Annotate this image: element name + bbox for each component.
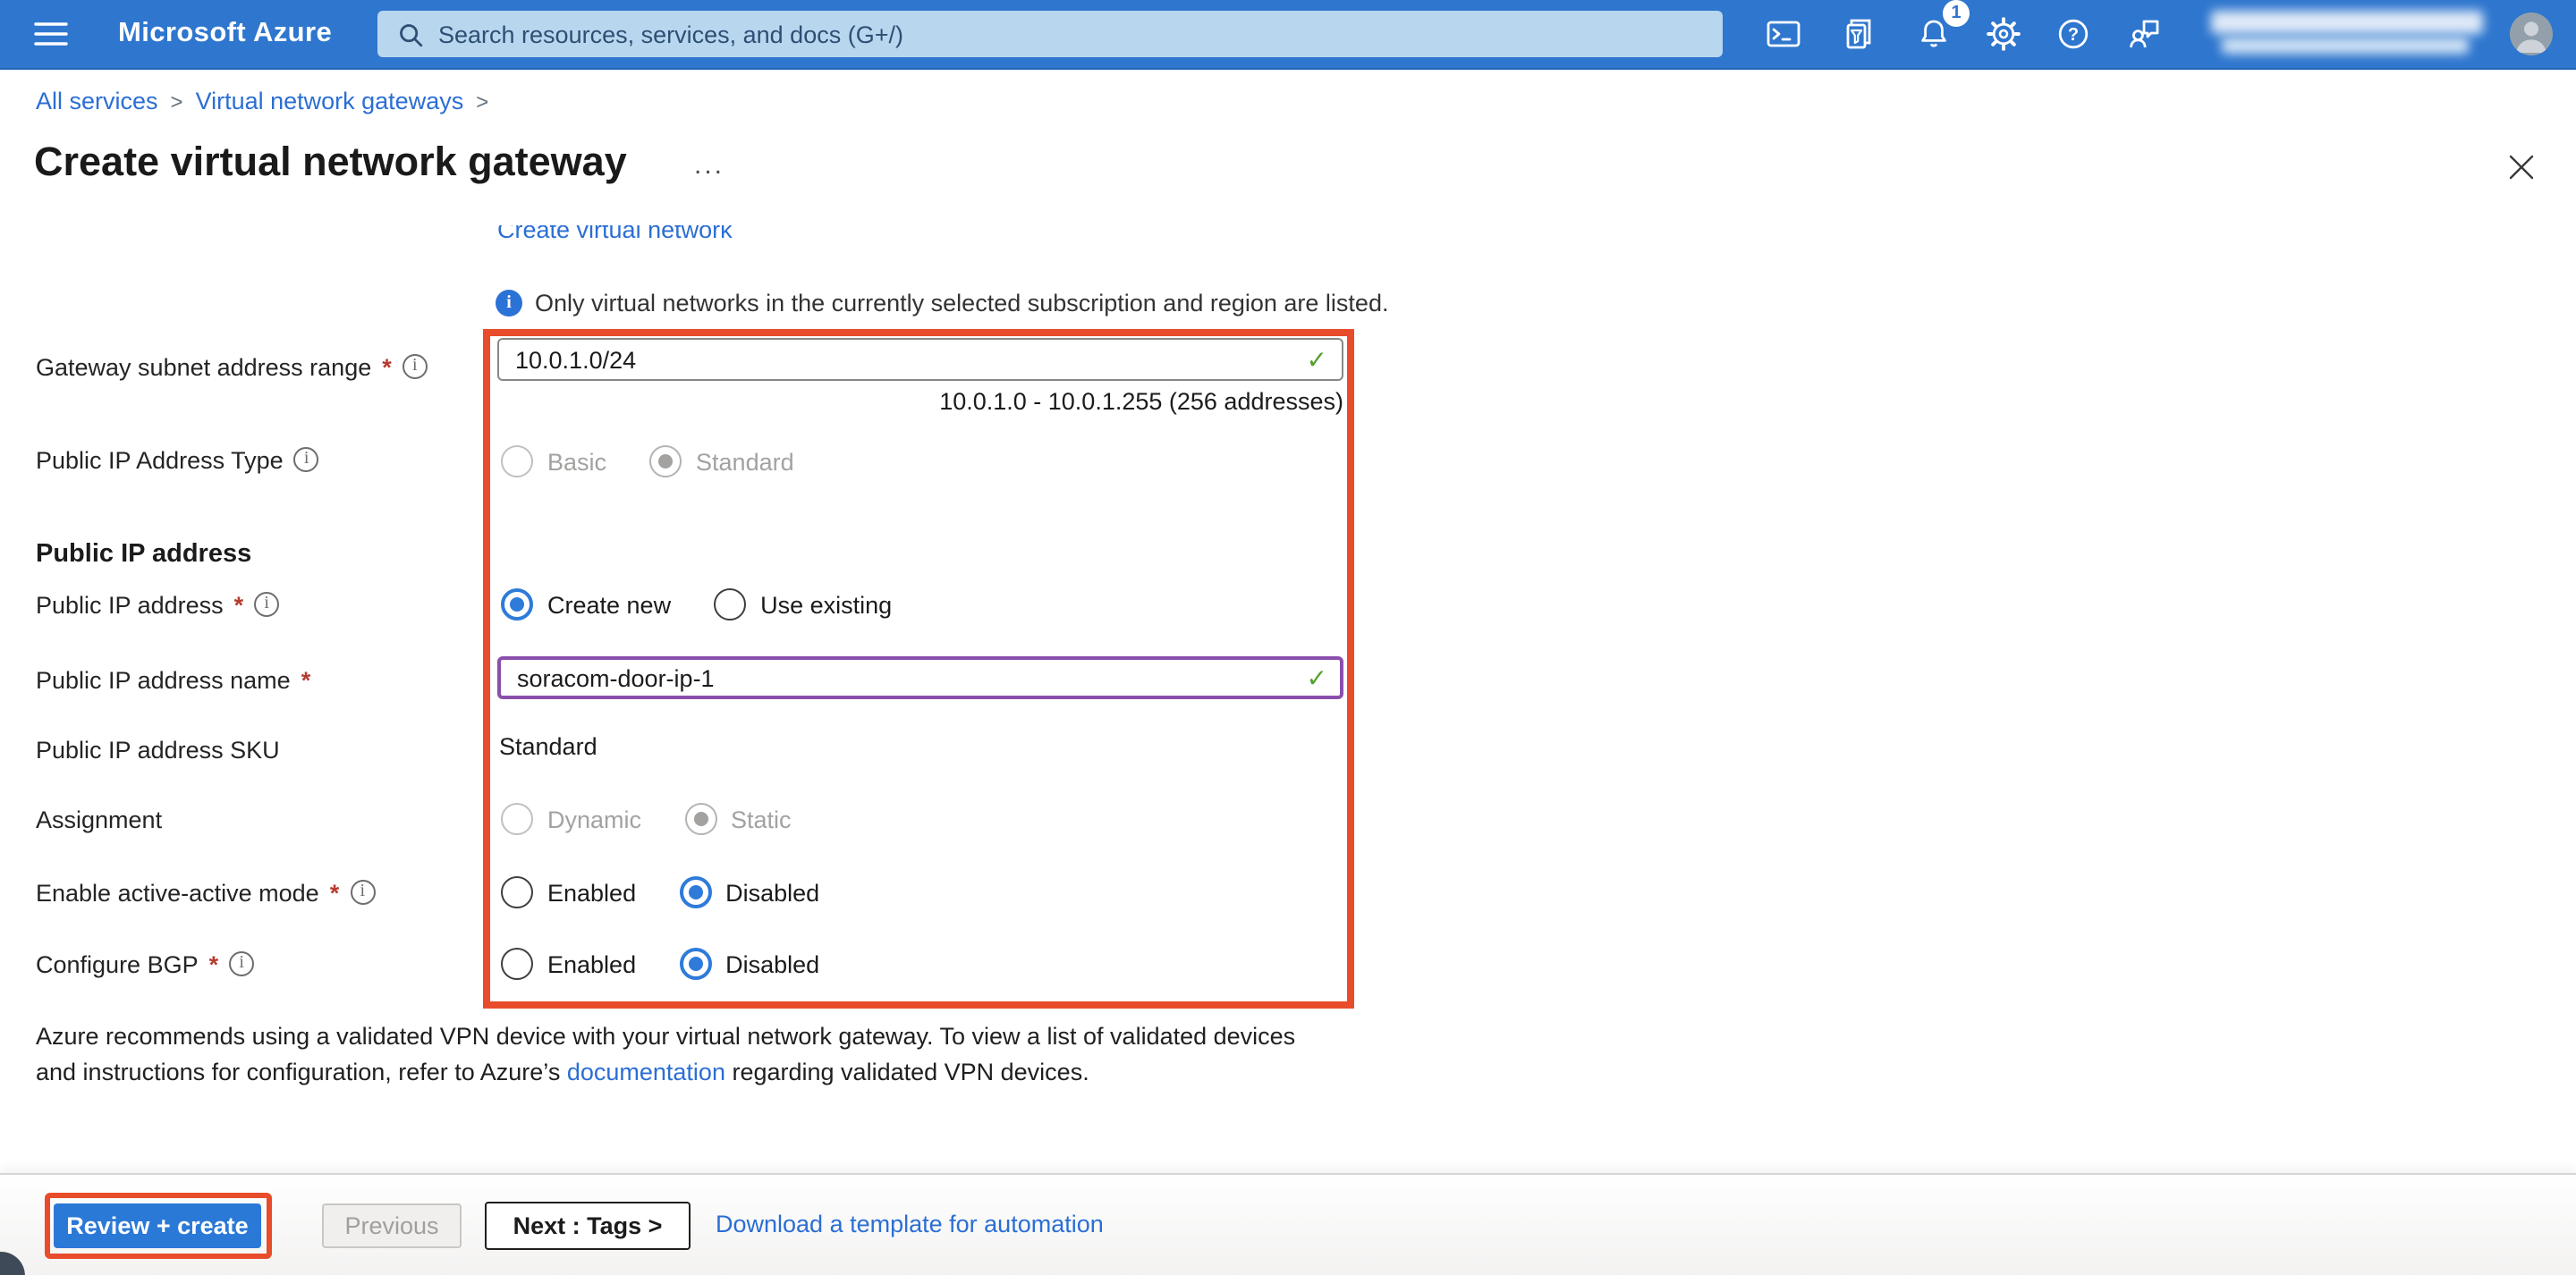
label-configure-bgp: Configure BGP * i — [36, 948, 254, 980]
create-virtual-network-link[interactable]: Create virtual network — [497, 225, 733, 243]
label-assignment: Assignment — [36, 803, 162, 835]
label-gateway-subnet: Gateway subnet address range * i — [36, 350, 428, 383]
required-marker: * — [330, 879, 340, 906]
breadcrumb-separator: > — [476, 89, 488, 114]
radio-unselected-disabled — [501, 803, 533, 835]
required-marker: * — [234, 591, 244, 618]
info-banner-text: Only virtual networks in the currently s… — [535, 290, 1388, 317]
radio-option-disabled[interactable]: Disabled — [679, 876, 819, 908]
info-tooltip-icon[interactable]: i — [350, 880, 375, 905]
radio-selected-disabled — [649, 445, 682, 477]
label-public-ip-type: Public IP Address Type i — [36, 443, 319, 476]
info-banner: i Only virtual networks in the currently… — [496, 290, 1388, 317]
radio-option-use-existing[interactable]: Use existing — [714, 588, 892, 621]
help-icon[interactable]: ? — [2046, 7, 2100, 61]
required-marker: * — [301, 666, 311, 693]
wizard-footer: Review + create Previous Next : Tags > D… — [0, 1173, 2576, 1275]
info-tooltip-icon[interactable]: i — [229, 951, 254, 976]
account-name-redacted — [2211, 11, 2483, 34]
search-input[interactable] — [438, 21, 1723, 47]
svg-text:?: ? — [2068, 25, 2079, 45]
breadcrumb-virtual-network-gateways[interactable]: Virtual network gateways — [196, 88, 464, 114]
label-public-ip: Public IP address * i — [36, 588, 279, 621]
radio-unselected[interactable] — [501, 876, 533, 908]
radio-unselected-disabled — [501, 445, 533, 477]
public-ip-sku-value: Standard — [499, 733, 597, 760]
previous-button: Previous — [322, 1203, 462, 1248]
radio-selected[interactable] — [501, 588, 533, 621]
avatar[interactable] — [2510, 13, 2553, 55]
radio-option-standard: Standard — [649, 445, 794, 477]
download-template-link[interactable]: Download a template for automation — [716, 1211, 1104, 1237]
subnet-range-helper: 10.0.1.0 - 10.0.1.255 (256 addresses) — [497, 388, 1343, 415]
form-scroll-area[interactable]: Create virtual network i Only virtual ne… — [0, 225, 2576, 1173]
label-public-ip-sku: Public IP address SKU — [36, 733, 280, 765]
global-search[interactable] — [377, 11, 1723, 57]
next-tags-button[interactable]: Next : Tags > — [485, 1202, 691, 1250]
info-tooltip-icon[interactable]: i — [402, 354, 428, 379]
radio-selected-disabled — [684, 803, 716, 835]
radio-option-basic: Basic — [501, 445, 606, 477]
account-directory-redacted — [2222, 38, 2469, 54]
radio-option-enabled[interactable]: Enabled — [501, 876, 636, 908]
radio-option-disabled[interactable]: Disabled — [679, 948, 819, 980]
feedback-icon[interactable] — [2118, 7, 2172, 61]
radio-selected[interactable] — [679, 876, 711, 908]
directory-filter-icon[interactable] — [1832, 7, 1885, 61]
info-icon: i — [496, 290, 522, 317]
page-title: Create virtual network gateway — [34, 139, 627, 186]
assignment-radio-group: Dynamic Static — [501, 803, 792, 835]
top-bar: Microsoft Azure 1 ? — [0, 0, 2576, 70]
gateway-subnet-input[interactable] — [497, 338, 1343, 381]
active-active-radio-group: Enabled Disabled — [501, 876, 819, 908]
radio-option-static: Static — [684, 803, 792, 835]
radio-option-create-new[interactable]: Create new — [501, 588, 671, 621]
close-icon[interactable] — [2501, 147, 2540, 186]
hamburger-menu-icon[interactable] — [23, 7, 77, 61]
required-marker: * — [382, 353, 392, 380]
radio-unselected[interactable] — [714, 588, 746, 621]
section-header-public-ip: Public IP address — [36, 540, 251, 569]
radio-option-enabled[interactable]: Enabled — [501, 948, 636, 980]
documentation-link[interactable]: documentation — [567, 1059, 725, 1085]
account-info-blurred[interactable] — [2211, 7, 2487, 61]
vpn-device-note: Azure recommends using a validated VPN d… — [36, 1019, 1327, 1091]
notifications-bell-icon[interactable]: 1 — [1907, 7, 1961, 61]
info-tooltip-icon[interactable]: i — [294, 447, 319, 472]
breadcrumb-separator: > — [171, 89, 183, 114]
breadcrumb: All services > Virtual network gateways … — [36, 88, 488, 114]
required-marker: * — [209, 950, 219, 977]
label-active-active: Enable active-active mode * i — [36, 876, 375, 908]
radio-unselected[interactable] — [501, 948, 533, 980]
breadcrumb-all-services[interactable]: All services — [36, 88, 158, 114]
bgp-radio-group: Enabled Disabled — [501, 948, 819, 980]
search-icon — [397, 21, 424, 47]
public-ip-type-radio-group: Basic Standard — [501, 445, 794, 477]
public-ip-name-input[interactable] — [497, 656, 1343, 699]
review-create-button[interactable]: Review + create — [54, 1203, 261, 1248]
public-ip-radio-group: Create new Use existing — [501, 588, 892, 621]
radio-selected[interactable] — [679, 948, 711, 980]
azure-portal-window: Microsoft Azure 1 ? — [0, 0, 2576, 1275]
notification-badge: 1 — [1943, 0, 1970, 27]
settings-gear-icon[interactable] — [1977, 7, 2030, 61]
cloud-shell-icon[interactable] — [1757, 7, 1810, 61]
more-menu-icon[interactable]: ... — [694, 150, 724, 181]
info-tooltip-icon[interactable]: i — [254, 592, 279, 617]
brand-logo[interactable]: Microsoft Azure — [118, 0, 332, 68]
label-public-ip-name: Public IP address name * — [36, 663, 310, 696]
public-ip-name-field: ✓ — [497, 656, 1343, 699]
radio-option-dynamic: Dynamic — [501, 803, 641, 835]
gateway-subnet-field: ✓ — [497, 338, 1343, 381]
